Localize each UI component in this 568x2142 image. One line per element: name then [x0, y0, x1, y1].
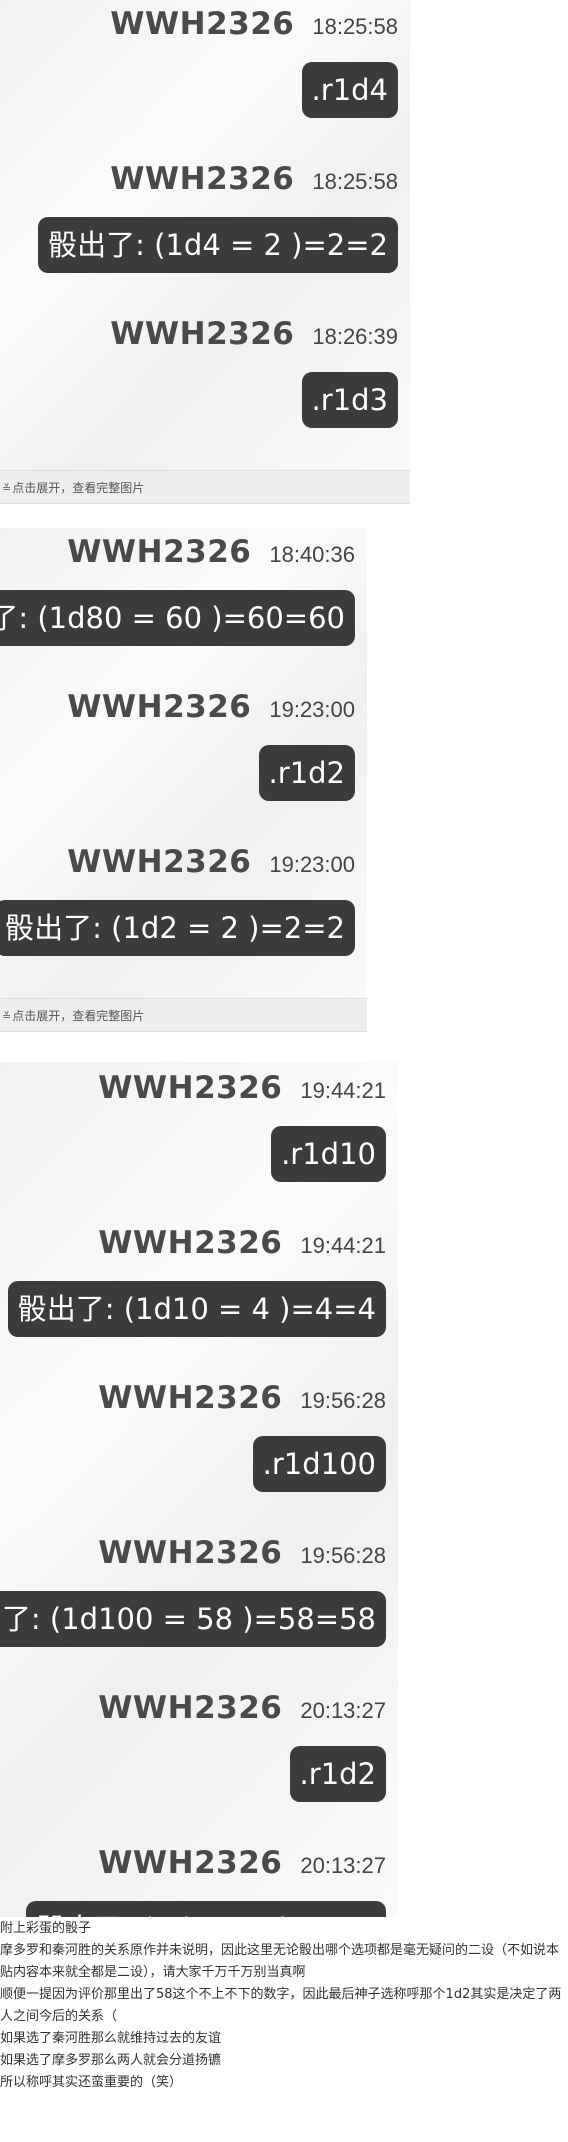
post-paragraph: 顺便一提因为评价那里出了58这个不上不下的数字，因此最后神子选称呼那个1d2其实… — [0, 1987, 562, 2024]
post-paragraph: 如果选了秦河胜那么就维持过去的友谊 — [0, 2031, 222, 2046]
message-bubble: .r1d2 — [289, 1746, 386, 1802]
sender-name: WWH2326 — [98, 1535, 283, 1571]
message-bubble: 骰出了: (1d4 = 2 )=2=2 — [38, 217, 398, 273]
message-bubble: .r1d3 — [301, 372, 398, 428]
message-bubble: 骰出了: (1d80 = 60 )=60=60 — [0, 590, 355, 646]
message-time: 19:44:21 — [300, 1078, 386, 1103]
chat-message: WWH2326 18:25:58 .r1d4 — [0, 6, 410, 156]
message-bubble: 骰出了: (1d100 = 58 )=58=58 — [0, 1591, 386, 1647]
chat-message: WWH2326 19:23:00 骰出了: (1d2 = 2 )=2=2 — [0, 844, 367, 994]
sender-name: WWH2326 — [67, 844, 252, 880]
message-time: 19:44:21 — [300, 1233, 386, 1258]
message-bubble: .r1d10 — [271, 1126, 386, 1182]
chat-message: WWH2326 20:13:27 骰出了: (1d2 = 1 )=1=1 — [0, 1845, 398, 1917]
post-paragraph: 附上彩蛋的骰子 — [0, 1921, 92, 1936]
sender-name: WWH2326 — [67, 689, 252, 725]
chat-screenshot-1: WWH2326 18:25:58 .r1d4 WWH2326 18:25:58 … — [0, 0, 410, 504]
post-paragraph: 所以称呼其实还蛮重要的（笑） — [0, 2075, 183, 2090]
sender-name: WWH2326 — [110, 316, 295, 352]
chat-message: WWH2326 18:25:58 骰出了: (1d4 = 2 )=2=2 — [0, 161, 410, 311]
double-chevron-down-icon: ≚ — [2, 482, 12, 495]
chat-message: WWH2326 19:56:28 .r1d100 — [0, 1380, 398, 1530]
chat-message: WWH2326 19:23:00 .r1d2 — [0, 689, 367, 839]
post-paragraph: 如果选了摩多罗那么两人就会分道扬镳 — [0, 2053, 222, 2068]
message-time: 18:25:58 — [312, 14, 398, 39]
sender-name: WWH2326 — [98, 1690, 283, 1726]
chat-message: WWH2326 18:26:39 .r1d3 — [0, 316, 410, 466]
expand-label: 点击展开，查看完整图片 — [12, 1009, 145, 1023]
message-time: 18:26:39 — [312, 324, 398, 349]
expand-label: 点击展开，查看完整图片 — [12, 481, 145, 495]
chat-message: WWH2326 19:56:28 骰出了: (1d100 = 58 )=58=5… — [0, 1535, 398, 1685]
expand-image-bar[interactable]: ≚点击展开，查看完整图片 — [0, 470, 410, 504]
chat-message: WWH2326 20:13:27 .r1d2 — [0, 1690, 398, 1840]
chat-screenshot-3: WWH2326 19:44:21 .r1d10 WWH2326 19:44:21… — [0, 1062, 398, 1917]
message-bubble: 骰出了: (1d2 = 1 )=1=1 — [26, 1901, 386, 1917]
sender-name: WWH2326 — [98, 1845, 283, 1881]
chat-message: WWH2326 19:44:21 .r1d10 — [0, 1070, 398, 1220]
double-chevron-down-icon: ≚ — [2, 1010, 12, 1023]
chat-message: WWH2326 18:40:36 骰出了: (1d80 = 60 )=60=60 — [0, 534, 367, 684]
message-time: 19:56:28 — [300, 1543, 386, 1568]
expand-image-bar[interactable]: ≚点击展开，查看完整图片 — [0, 998, 367, 1032]
message-time: 20:13:27 — [300, 1698, 386, 1723]
sender-name: WWH2326 — [98, 1070, 283, 1106]
message-bubble: 骰出了: (1d10 = 4 )=4=4 — [7, 1281, 386, 1337]
message-time: 18:40:36 — [269, 542, 355, 567]
message-time: 18:25:58 — [312, 169, 398, 194]
message-time: 19:56:28 — [300, 1388, 386, 1413]
message-bubble: .r1d2 — [258, 745, 355, 801]
message-bubble: 骰出了: (1d2 = 2 )=2=2 — [0, 900, 355, 956]
message-time: 20:13:27 — [300, 1853, 386, 1878]
message-time: 19:23:00 — [269, 697, 355, 722]
message-bubble: .r1d100 — [252, 1436, 386, 1492]
message-bubble: .r1d4 — [301, 62, 398, 118]
chat-screenshot-2: WWH2326 18:40:36 骰出了: (1d80 = 60 )=60=60… — [0, 528, 367, 1032]
sender-name: WWH2326 — [67, 534, 252, 570]
post-paragraph: 摩多罗和秦河胜的关系原作并未说明，因此这里无论骰出哪个选项都是毫无疑问的二设（不… — [0, 1943, 560, 1980]
sender-name: WWH2326 — [98, 1380, 283, 1416]
sender-name: WWH2326 — [110, 6, 295, 42]
sender-name: WWH2326 — [98, 1225, 283, 1261]
message-time: 19:23:00 — [269, 852, 355, 877]
sender-name: WWH2326 — [110, 161, 295, 197]
post-body: 附上彩蛋的骰子 摩多罗和秦河胜的关系原作并未说明，因此这里无论骰出哪个选项都是毫… — [0, 1918, 568, 2094]
chat-message: WWH2326 19:44:21 骰出了: (1d10 = 4 )=4=4 — [0, 1225, 398, 1375]
